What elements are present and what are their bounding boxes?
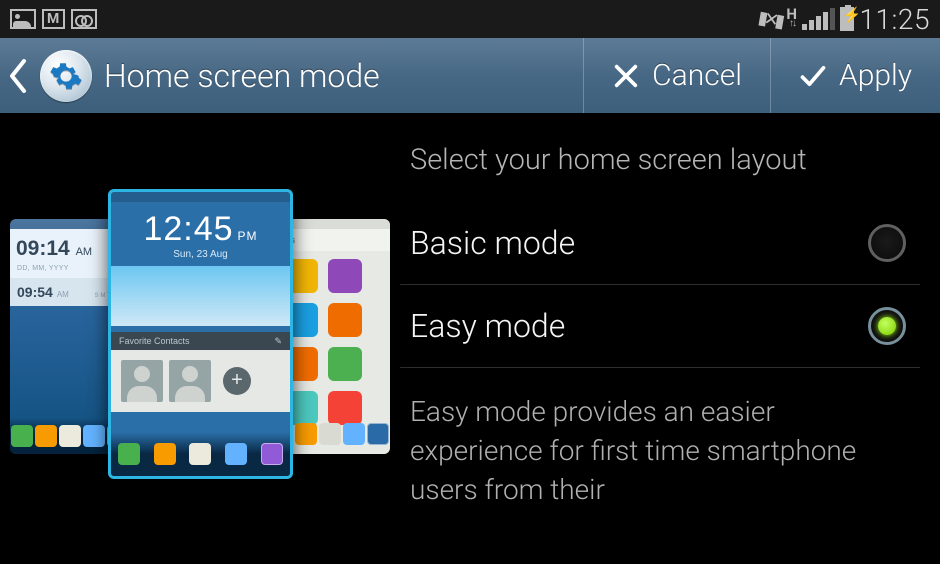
apply-label: Apply <box>839 58 912 93</box>
option-easy-mode[interactable]: Easy mode <box>400 285 920 368</box>
page-title: Home screen mode <box>104 57 380 95</box>
signal-icon <box>802 8 835 30</box>
action-bar: Home screen mode Cancel Apply <box>0 38 940 113</box>
cancel-button[interactable]: Cancel <box>583 38 770 113</box>
voicemail-icon <box>71 9 97 29</box>
radio-easy[interactable] <box>868 307 906 345</box>
preview-screen-center: 12:45PM Sun, 23 Aug Favorite Contacts✎ + <box>108 189 293 479</box>
option-label: Basic mode <box>410 224 575 262</box>
back-button[interactable] <box>8 59 28 93</box>
option-label: Easy mode <box>410 307 565 345</box>
vibrate-icon: ▮✕▮ <box>757 7 783 32</box>
image-icon <box>10 9 36 29</box>
mode-description: Easy mode provides an easier experience … <box>400 368 920 510</box>
section-heading: Select your home screen layout <box>400 113 920 202</box>
radio-basic[interactable] <box>868 224 906 262</box>
status-bar: M ▮✕▮ H↑↓ 11:25 <box>0 0 940 38</box>
cancel-label: Cancel <box>652 58 742 93</box>
data-h-icon: H↑↓ <box>786 9 797 29</box>
status-system: ▮✕▮ H↑↓ 11:25 <box>758 3 930 36</box>
layout-preview: 09:14 AM DD, MM, YYYY 09:54AMS M T W T t… <box>0 113 400 564</box>
options-pane: Select your home screen layout Basic mod… <box>400 113 940 564</box>
option-basic-mode[interactable]: Basic mode <box>400 202 920 285</box>
content: 09:14 AM DD, MM, YYYY 09:54AMS M T W T t… <box>0 113 940 564</box>
check-icon <box>799 62 827 90</box>
gmail-icon: M <box>42 9 65 29</box>
status-clock: 11:25 <box>859 3 930 36</box>
status-notifications: M <box>10 9 97 29</box>
battery-charging-icon <box>840 7 854 31</box>
x-icon <box>612 62 640 90</box>
apply-button[interactable]: Apply <box>770 38 940 113</box>
settings-icon <box>40 50 92 102</box>
